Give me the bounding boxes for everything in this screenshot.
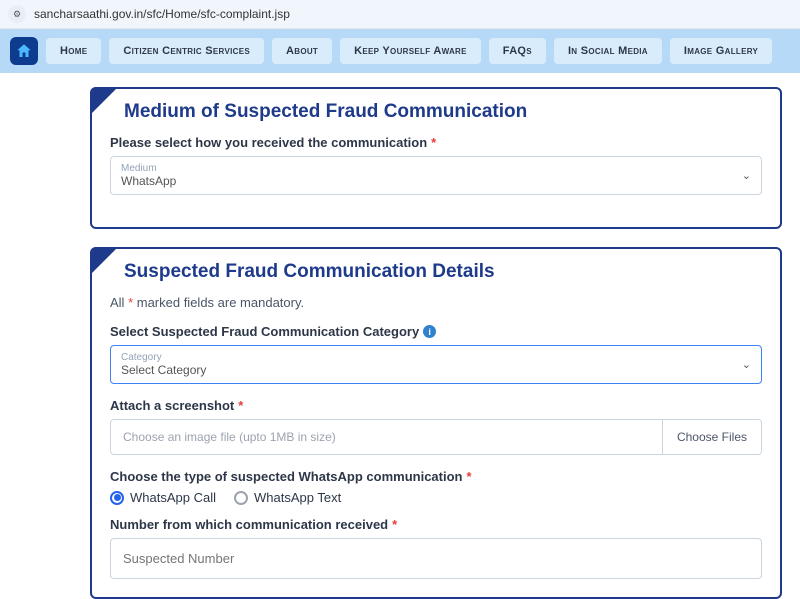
nav-faqs[interactable]: FAQs	[489, 38, 546, 64]
mandatory-note: All * marked fields are mandatory.	[110, 295, 762, 310]
category-select[interactable]: Category Select Category ⌄	[110, 345, 762, 384]
house-icon	[15, 42, 33, 60]
radio-icon-checked	[110, 491, 124, 505]
file-upload-row: Choose an image file (upto 1MB in size) …	[110, 419, 762, 455]
radio-icon-unchecked	[234, 491, 248, 505]
chevron-down-icon: ⌄	[742, 358, 751, 371]
medium-prompt-text: Please select how you received the commu…	[110, 135, 427, 150]
medium-prompt: Please select how you received the commu…	[110, 135, 762, 150]
category-select-value: Select Category	[121, 363, 206, 377]
required-asterisk: *	[238, 398, 243, 413]
url-bar: ⚙ sancharsaathi.gov.in/sfc/Home/sfc-comp…	[0, 0, 800, 29]
nav-citizen-services[interactable]: Citizen Centric Services	[109, 38, 264, 64]
suspected-number-input[interactable]	[110, 538, 762, 579]
medium-select-value: WhatsApp	[121, 174, 176, 188]
attach-label-text: Attach a screenshot	[110, 398, 234, 413]
comm-type-label-text: Choose the type of suspected WhatsApp co…	[110, 469, 462, 484]
main-nav: Home Citizen Centric Services About Keep…	[0, 29, 800, 73]
panel-medium-title: Medium of Suspected Fraud Communication	[124, 101, 762, 123]
required-asterisk: *	[466, 469, 471, 484]
file-input[interactable]: Choose an image file (upto 1MB in size)	[111, 420, 662, 454]
panel-medium: Medium of Suspected Fraud Communication …	[90, 87, 782, 229]
comm-type-radios: WhatsApp Call WhatsApp Text	[110, 490, 762, 505]
required-asterisk: *	[431, 135, 436, 150]
radio-call-label: WhatsApp Call	[130, 490, 216, 505]
panel-details-title: Suspected Fraud Communication Details	[124, 261, 762, 283]
url-text: sancharsaathi.gov.in/sfc/Home/sfc-compla…	[34, 7, 290, 21]
content-area: Medium of Suspected Fraud Communication …	[0, 73, 800, 599]
category-label: Select Suspected Fraud Communication Cat…	[110, 324, 762, 339]
nav-home[interactable]: Home	[46, 38, 101, 64]
category-select-label: Category	[121, 352, 206, 363]
nav-keep-aware[interactable]: Keep Yourself Aware	[340, 38, 481, 64]
radio-whatsapp-text[interactable]: WhatsApp Text	[234, 490, 341, 505]
nav-image-gallery[interactable]: Image Gallery	[670, 38, 772, 64]
info-icon[interactable]: i	[423, 325, 436, 338]
attach-label: Attach a screenshot *	[110, 398, 762, 413]
home-logo[interactable]	[10, 37, 38, 65]
radio-text-label: WhatsApp Text	[254, 490, 341, 505]
category-label-text: Select Suspected Fraud Communication Cat…	[110, 324, 419, 339]
panel-details: Suspected Fraud Communication Details Al…	[90, 247, 782, 599]
comm-type-label: Choose the type of suspected WhatsApp co…	[110, 469, 762, 484]
choose-files-button[interactable]: Choose Files	[662, 420, 761, 454]
nav-social-media[interactable]: In Social Media	[554, 38, 662, 64]
chevron-down-icon: ⌄	[742, 169, 751, 182]
nav-about[interactable]: About	[272, 38, 332, 64]
medium-select-label: Medium	[121, 163, 176, 174]
radio-whatsapp-call[interactable]: WhatsApp Call	[110, 490, 216, 505]
site-settings-icon[interactable]: ⚙	[8, 5, 26, 23]
medium-select[interactable]: Medium WhatsApp ⌄	[110, 156, 762, 195]
